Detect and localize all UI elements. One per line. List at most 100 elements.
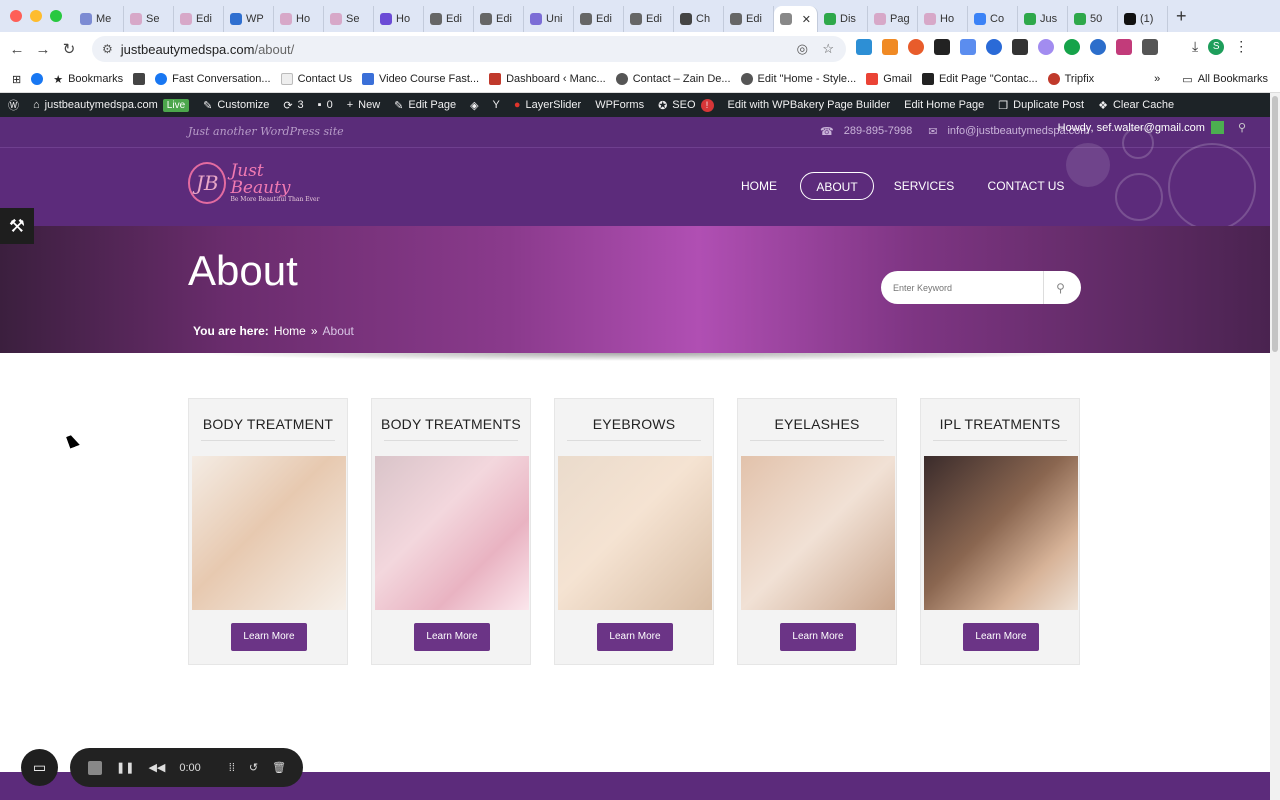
stop-button[interactable] [88,760,102,775]
wp-edit-home[interactable]: Edit Home Page [904,99,984,111]
extension-icon[interactable] [986,38,1002,55]
bookmark-star-icon[interactable]: ☆ [822,41,834,57]
link-extension-icon[interactable] [960,38,976,55]
learn-more-button[interactable]: Learn More [597,623,673,651]
browser-tab[interactable]: Co [968,6,1018,32]
card-image[interactable] [192,456,346,610]
nav-about[interactable]: ABOUT [800,172,874,200]
nav-home[interactable]: HOME [732,172,786,200]
browser-tab[interactable]: Edi [424,6,474,32]
wp-clear-cache[interactable]: ❖ Clear Cache [1098,99,1174,112]
extension-icon[interactable] [1038,38,1054,55]
tools-icon[interactable]: ⚒ [0,208,34,244]
wp-duplicate[interactable]: ❐ Duplicate Post [998,99,1084,112]
bookmark-item[interactable]: Dashboard ‹ Manc... [489,73,606,85]
wordpress-logo-icon[interactable]: Ⓦ [8,97,19,113]
close-window-button[interactable] [10,10,22,22]
breadcrumb-home[interactable]: Home [274,324,306,338]
eyedropper-icon[interactable] [1012,38,1028,55]
card-image[interactable] [741,456,895,610]
facebook-icon[interactable] [31,73,44,85]
minimize-window-button[interactable] [30,10,42,22]
close-tab-icon[interactable]: ✕ [802,13,811,26]
browser-tab[interactable]: Ho [918,6,968,32]
profile-avatar[interactable]: S [1208,38,1225,55]
browser-tab[interactable]: Se [324,6,374,32]
bookmarks-overflow-button[interactable]: » [1154,73,1160,85]
browser-tab[interactable]: WP [224,6,274,32]
bookmark-item[interactable]: Gmail [866,73,912,85]
bookmark-item[interactable]: Fast Conversation... [155,73,271,85]
bookmark-item[interactable]: Contact – Zain De... [615,73,731,85]
extension-icon[interactable] [934,38,950,55]
grammarly-icon[interactable] [1064,38,1080,55]
address-bar[interactable]: ⚙ justbeautymedspa.com/about/ ◎ ☆ [92,36,846,62]
browser-tab[interactable]: Se [124,6,174,32]
extension-icon[interactable] [1116,38,1132,55]
eye-off-icon[interactable]: ◎ [797,41,808,57]
wp-seo[interactable]: ✪ SEO! [658,98,714,112]
learn-more-button[interactable]: Learn More [780,623,856,651]
forward-button[interactable]: → [30,41,56,58]
scrollbar-thumb[interactable] [1272,96,1278,352]
camera-toggle-button[interactable]: ▭ [21,749,58,786]
bookmark-item[interactable]: Video Course Fast... [361,73,479,85]
browser-tab[interactable]: Ch [674,6,724,32]
wp-customize[interactable]: ✎ Customize [203,99,269,112]
extension-icon[interactable] [856,38,872,55]
wp-wpforms[interactable]: WPForms [595,99,644,111]
grid-dots-icon[interactable]: ⁞⁞ [229,762,235,774]
browser-tab[interactable]: 50 [1068,6,1118,32]
phone-number[interactable]: 289-895-7998 [844,125,913,138]
restart-button[interactable]: ↺ [249,761,258,774]
nav-services[interactable]: SERVICES [890,172,958,200]
bookmark-item[interactable]: ★ Bookmarks [53,73,123,86]
browser-tab[interactable]: Uni [524,6,574,32]
back-button[interactable]: ← [4,41,30,58]
trash-button[interactable]: 🗑 [272,761,286,774]
browser-tab[interactable]: Dis [818,6,868,32]
wp-edit-page[interactable]: ✎ Edit Page [394,99,456,112]
extension-icon[interactable] [1090,38,1106,55]
download-icon[interactable]: ⤓ [1192,38,1198,55]
wp-new[interactable]: + New [347,99,380,111]
card-image[interactable] [375,456,529,610]
browser-tab[interactable]: ✕ [774,6,818,32]
browser-tab[interactable]: Ho [274,6,324,32]
puzzle-icon[interactable] [1142,38,1158,55]
browser-tab[interactable]: Pag [868,6,918,32]
wp-layerslider[interactable]: ● LayerSlider [514,99,581,111]
browser-tab[interactable]: Edi [174,6,224,32]
yoast-icon[interactable]: Y [493,99,500,111]
extension-icon[interactable] [908,38,924,55]
all-bookmarks-button[interactable]: ▭ All Bookmarks [1182,73,1268,86]
browser-tab[interactable]: Edi [724,6,774,32]
reload-button[interactable]: ↻ [56,40,82,58]
learn-more-button[interactable]: Learn More [963,623,1039,651]
wp-wpbakery[interactable]: Edit with WPBakery Page Builder [728,99,891,111]
more-menu-icon[interactable]: ⋮ [1234,38,1248,55]
wp-howdy[interactable]: Howdy, sef.walter@gmail.com ⚲ [1058,121,1246,134]
bookmark-item[interactable]: Contact Us [280,73,352,85]
diamond-icon[interactable]: ◈ [470,99,478,112]
site-settings-icon[interactable]: ⚙ [102,42,113,56]
bookmark-item[interactable]: Edit "Home - Style... [740,73,856,85]
search-input[interactable] [893,282,1043,293]
learn-more-button[interactable]: Learn More [414,623,490,651]
card-image[interactable] [924,456,1078,610]
browser-tab[interactable]: Edi [624,6,674,32]
maximize-window-button[interactable] [50,10,62,22]
browser-tab[interactable]: Jus [1018,6,1068,32]
browser-tab[interactable]: Me [74,6,124,32]
extension-icon[interactable] [882,38,898,55]
card-image[interactable] [558,456,712,610]
learn-more-button[interactable]: Learn More [231,623,307,651]
bookmark-item[interactable]: Edit Page "Contac... [921,73,1038,85]
new-tab-button[interactable]: + [1176,6,1187,27]
browser-tab[interactable]: Edi [474,6,524,32]
rewind-button[interactable]: ◀◀ [148,761,165,774]
browser-tab[interactable]: Ho [374,6,424,32]
browser-tab[interactable]: (1) [1118,6,1168,32]
apps-grid-icon[interactable]: ⊞ [12,73,21,86]
bookmark-item[interactable]: Tripfix [1047,73,1094,85]
